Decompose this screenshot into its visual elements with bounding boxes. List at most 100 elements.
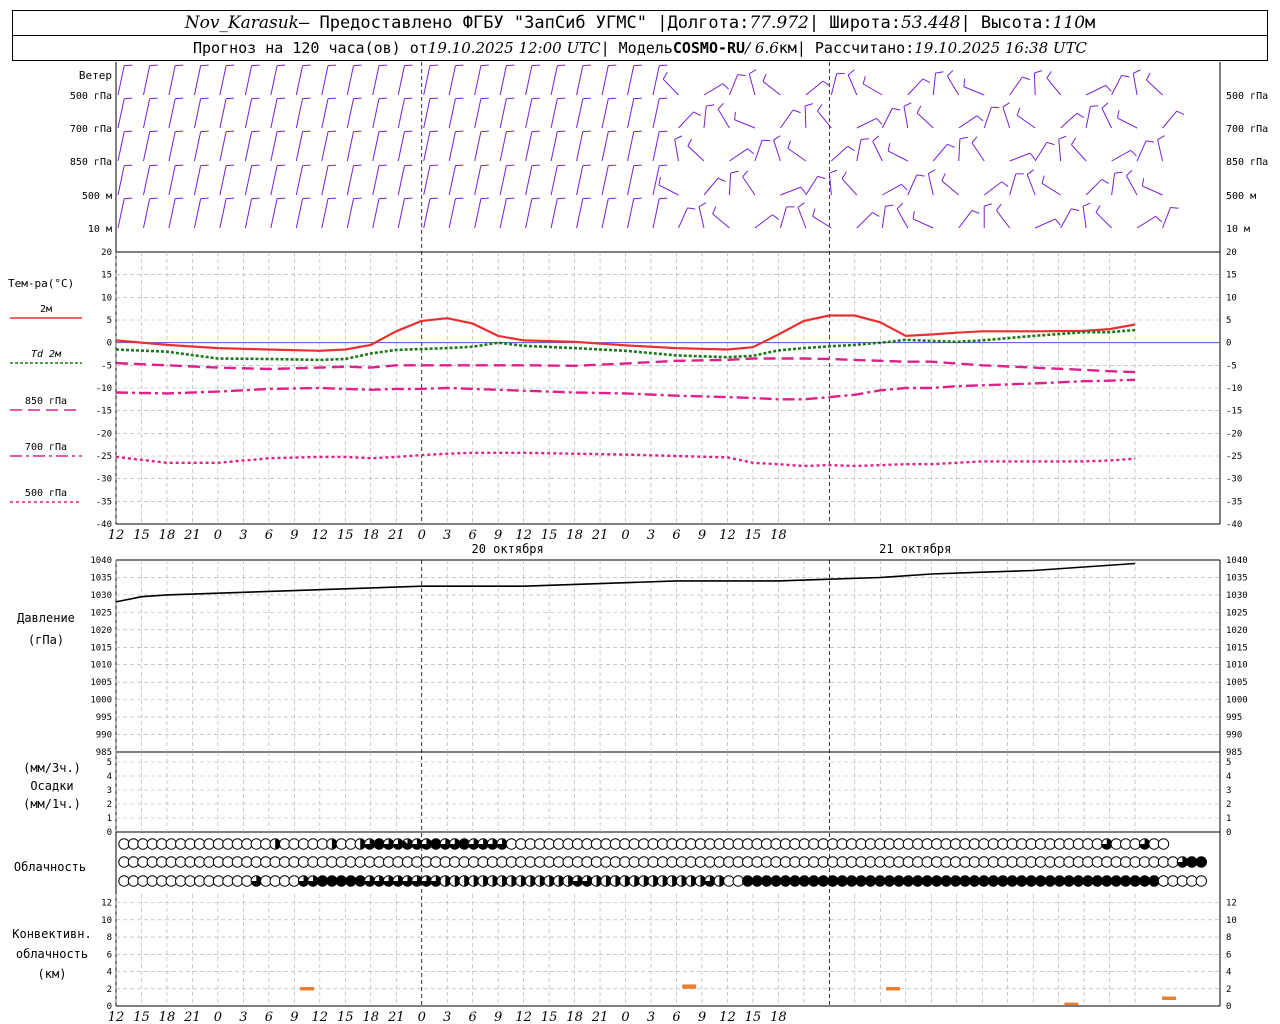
wind-barb-feather <box>876 118 883 125</box>
cloud-circle <box>1063 856 1075 868</box>
wind-barb <box>1085 179 1109 196</box>
wind-barb-staff <box>346 165 355 196</box>
cloud-circle <box>949 875 962 887</box>
wind-barb-staff <box>397 198 405 229</box>
cloud-circle <box>902 875 915 887</box>
temp-xtick: 15 <box>133 528 150 543</box>
wind-barb-staff <box>576 65 584 96</box>
cloud-symbol <box>1157 856 1170 868</box>
cloud-symbol <box>354 838 366 850</box>
wind-barb-staff <box>958 210 973 229</box>
cloud-symbol <box>789 838 801 850</box>
cloud-circle <box>345 856 357 868</box>
wind-barb <box>576 197 591 229</box>
wind-barb-staff <box>662 78 679 96</box>
cloud-circle <box>316 875 329 887</box>
cloud-symbol <box>968 856 981 868</box>
wind-barb <box>499 197 515 229</box>
wind-barb <box>1157 135 1165 162</box>
cloud-symbol <box>656 856 669 868</box>
cloud-circle <box>1072 875 1085 887</box>
wind-barb <box>754 139 771 162</box>
pressure-ytick-right: 1030 <box>1226 591 1248 601</box>
cloud-symbol <box>1110 875 1122 887</box>
wind-barb-feather <box>1105 85 1112 92</box>
cloud-symbol <box>808 856 820 868</box>
wind-barb-staff <box>1111 75 1123 96</box>
wind-barb-staff <box>1111 149 1132 162</box>
cloud-circle <box>968 838 981 850</box>
wind-barb-feather <box>1022 76 1031 81</box>
wind-barb-staff <box>1060 112 1078 129</box>
wind-barb <box>996 203 1011 229</box>
cloud-symbol <box>156 875 168 887</box>
cloud-circle <box>789 856 801 868</box>
cloud-symbol <box>638 838 650 850</box>
cloud-circle <box>278 856 291 868</box>
wind-barb-staff <box>474 165 482 196</box>
cloud-symbol <box>987 856 1000 868</box>
wind-barb-staff <box>550 198 558 229</box>
cloud-symbol <box>864 838 877 850</box>
cloud-symbol <box>997 838 1009 850</box>
cloud-symbol <box>1195 875 1208 887</box>
cloud-circle <box>307 856 319 868</box>
pressure-ytick-left: 1015 <box>90 643 112 653</box>
cloud-symbol <box>732 856 744 868</box>
cloud-circle <box>619 838 631 850</box>
temp-legend-label: 700 гПа <box>25 442 67 453</box>
cloud-symbol <box>458 856 470 868</box>
wind-barb <box>372 130 388 162</box>
cloud-circle <box>496 856 508 868</box>
cloud-symbol <box>704 875 716 887</box>
wind-barb <box>698 202 707 229</box>
wind-barb <box>687 138 705 162</box>
cloud-circle <box>713 856 726 868</box>
cloud-circle <box>798 856 811 868</box>
conv-xtick: 9 <box>290 1010 298 1024</box>
cloud-circle <box>694 838 707 850</box>
wind-barb <box>627 197 642 229</box>
conv-xtick: 18 <box>159 1010 176 1024</box>
cloud-symbol <box>978 856 990 868</box>
wind-barb <box>244 164 260 196</box>
cloud-symbol <box>902 856 915 868</box>
temp-ytick-left: 5 <box>107 316 112 326</box>
wind-barb <box>423 197 438 229</box>
cloud-circle <box>619 856 631 868</box>
precip-ytick-right: 5 <box>1226 758 1231 768</box>
cloud-circle <box>1044 875 1056 887</box>
cloud-symbol <box>222 875 234 887</box>
wind-barb <box>423 164 438 196</box>
wind-barb <box>397 130 413 162</box>
conv-xtick: 0 <box>621 1010 629 1024</box>
wind-barb <box>142 64 158 96</box>
cloud-symbol <box>486 875 499 887</box>
cloud-circle <box>723 856 735 868</box>
cloud-circle <box>165 838 177 850</box>
cloud-symbol <box>118 856 130 868</box>
wind-barb-staff <box>1085 179 1103 196</box>
wind-barb-feather <box>817 175 826 180</box>
wind-barb <box>576 64 591 96</box>
cloud-circle <box>269 875 281 887</box>
wind-barb <box>1060 112 1085 129</box>
wind-barb-staff <box>1058 139 1062 162</box>
wind-barb <box>963 78 985 96</box>
pressure-ytick-right: 995 <box>1226 713 1242 723</box>
cloud-circle <box>477 856 489 868</box>
wind-barb <box>780 186 807 196</box>
cloud-circle <box>1101 856 1113 868</box>
wind-barb <box>193 64 209 96</box>
cloud-circle <box>269 856 281 868</box>
wind-barb <box>346 164 362 196</box>
wind-barb-staff <box>219 131 227 162</box>
wind-barb <box>1033 70 1043 96</box>
wind-barb-feather <box>922 78 931 84</box>
wind-barb <box>525 164 540 196</box>
wind-barb <box>1141 178 1163 196</box>
wind-barb-staff <box>627 198 635 229</box>
wind-barb-feather <box>1046 71 1052 79</box>
cloud-symbol <box>420 856 433 868</box>
wind-barb-staff <box>754 214 773 229</box>
